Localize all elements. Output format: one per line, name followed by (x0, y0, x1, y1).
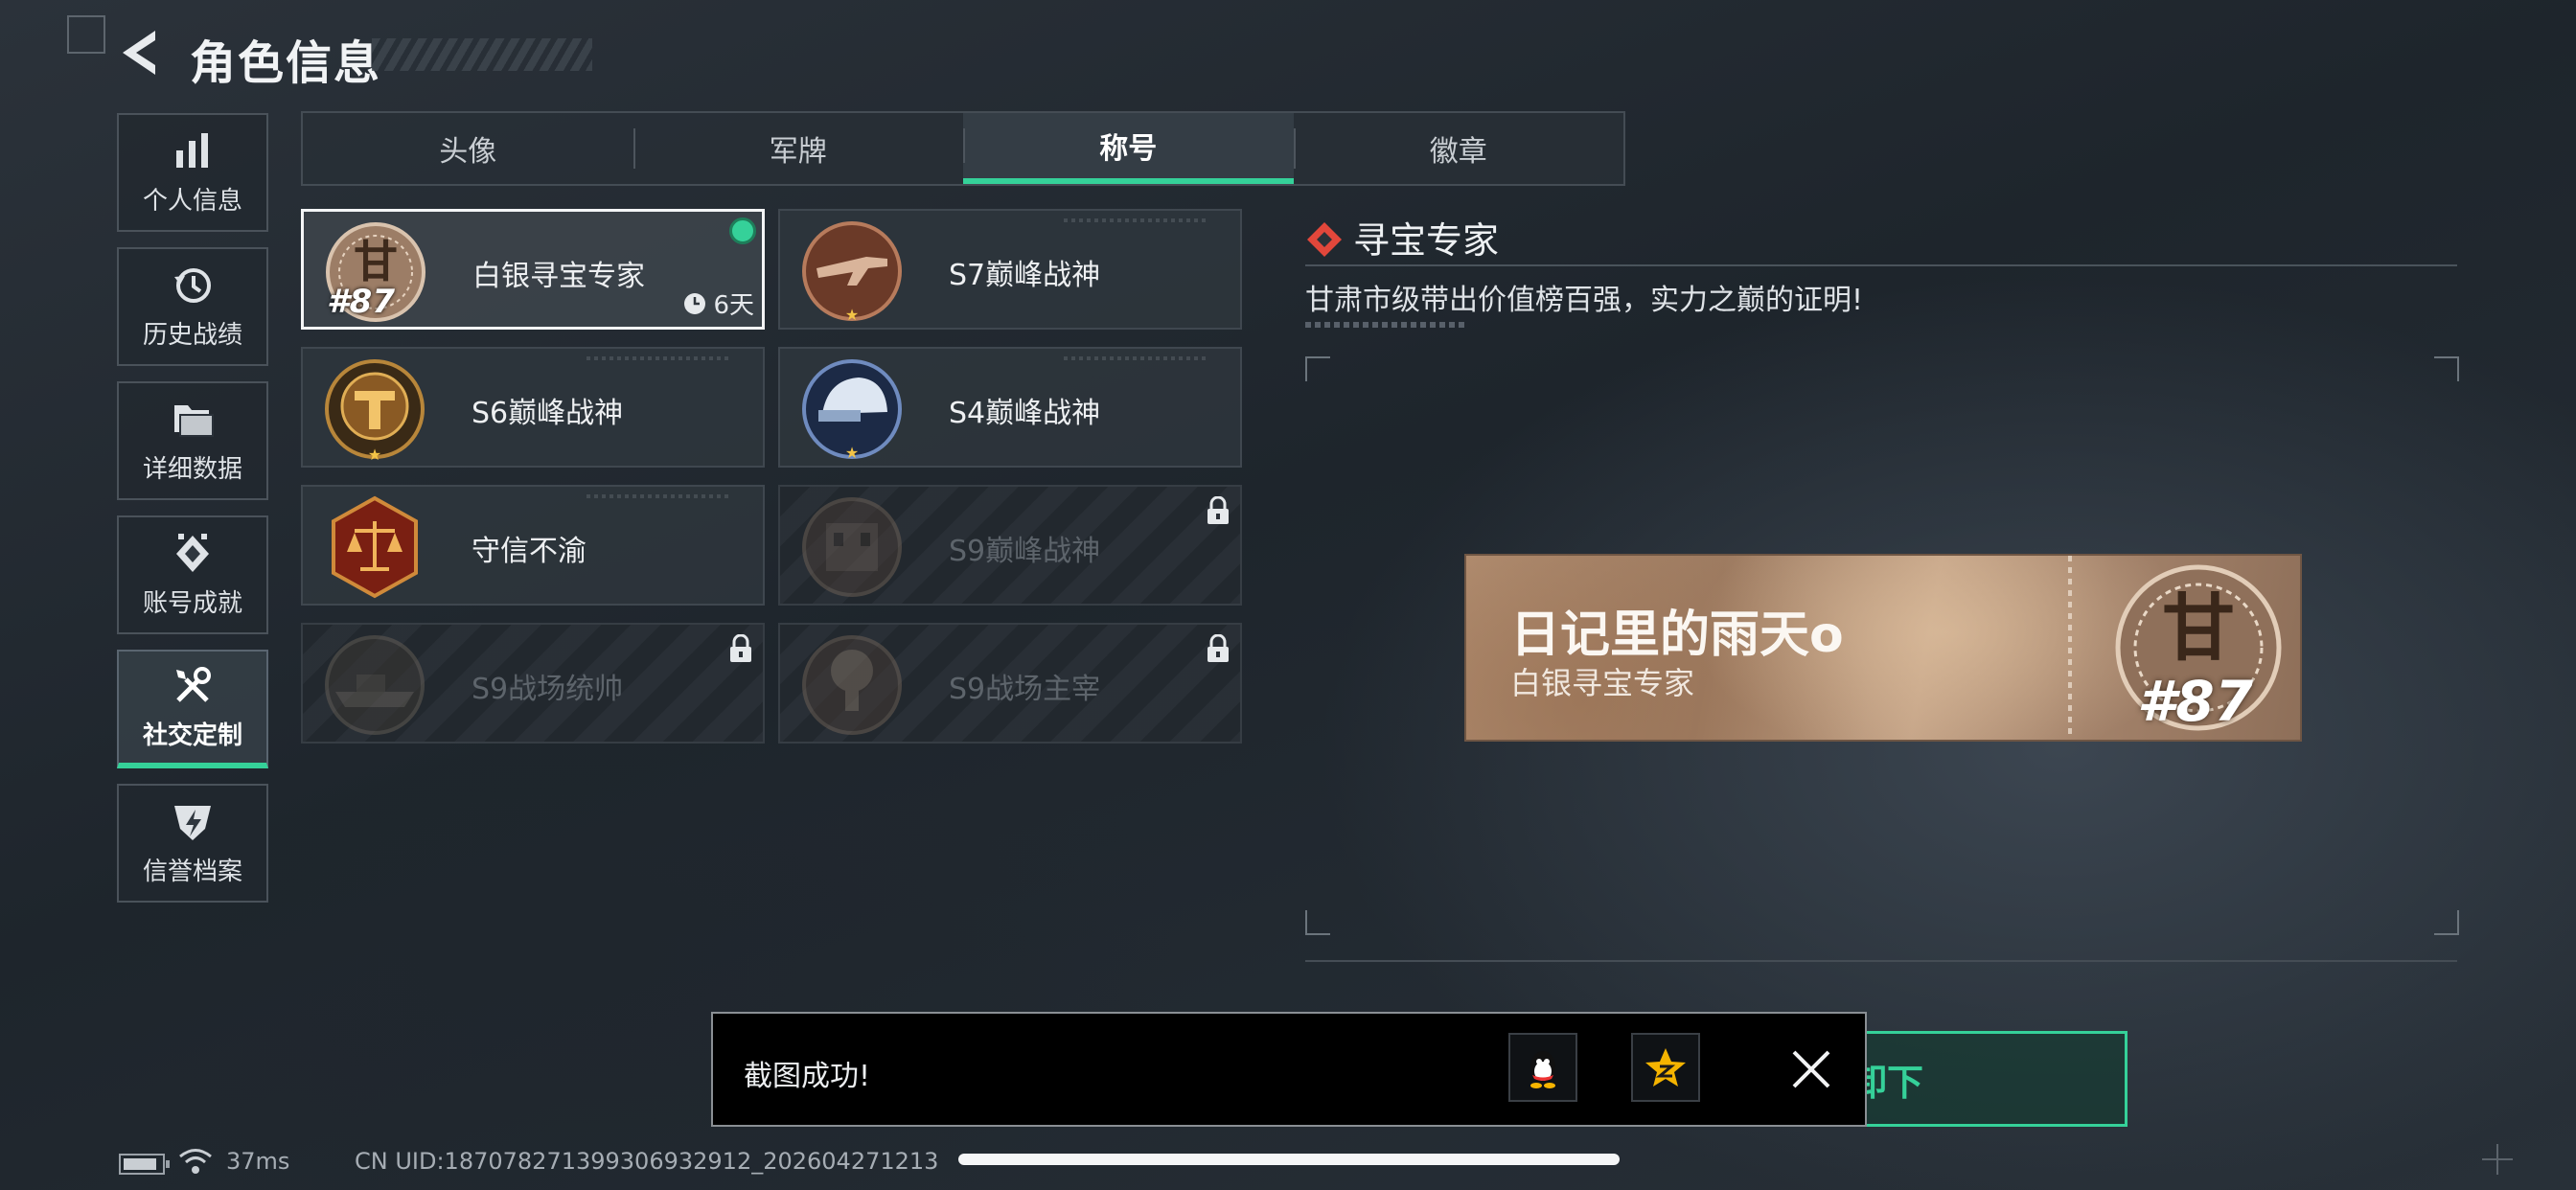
clock-icon (684, 292, 706, 314)
page-title: 角色信息 (190, 36, 382, 90)
sidebar-item-personal-info[interactable]: 个人信息 (117, 113, 268, 232)
folder-icon (174, 404, 214, 437)
equipped-indicator (729, 217, 756, 244)
home-indicator[interactable] (958, 1154, 1620, 1165)
sidebar-item-label: 社交定制 (142, 721, 242, 750)
sidebar-item-label: 详细数据 (142, 454, 242, 484)
title-card-trustworthy[interactable]: 守信不渝 (301, 485, 765, 606)
screenshot-toast: 截图成功! (711, 1012, 1867, 1127)
nameplate-title: 白银寻宝专家 (1510, 665, 1695, 701)
mushroom-cloud-badge-icon (802, 635, 902, 735)
svg-text:★: ★ (845, 306, 859, 324)
sidebar-item-label: 信誉档案 (142, 857, 242, 886)
detail-description: 甘肃市级带出价值榜百强，实力之巅的证明! (1305, 284, 1864, 317)
preview-frame-corner (2434, 356, 2459, 381)
share-qzone-button[interactable] (1631, 1033, 1700, 1102)
lock-icon (1208, 634, 1229, 662)
card-decoration (1064, 218, 1208, 222)
bar-chart-icon (176, 132, 208, 168)
diamond-marker-icon (1307, 222, 1342, 257)
title-stripes-decoration (372, 38, 592, 71)
achievement-icon (176, 533, 209, 572)
preview-frame-corner (1305, 910, 1330, 935)
svg-text:甘: 甘 (354, 236, 398, 287)
back-arrow-icon[interactable] (117, 27, 161, 79)
title-card-silver-treasure[interactable]: 甘 #87 白银寻宝专家 6天 (301, 209, 765, 330)
battery-icon (119, 1154, 170, 1175)
nameplate-preview: 日记里的雨天o 白银寻宝专家 甘 #87 (1464, 554, 2302, 742)
tab-dog-tag[interactable]: 军牌 (632, 113, 964, 184)
title-name: S9巅峰战神 (949, 535, 1101, 568)
tab-title[interactable]: 称号 (963, 113, 1294, 184)
sidebar-item-achievements[interactable]: 账号成就 (117, 515, 268, 634)
qzone-icon (1645, 1048, 1686, 1087)
lock-icon (730, 634, 751, 662)
sidebar-item-social-custom[interactable]: 社交定制 (117, 650, 268, 768)
history-icon (174, 267, 211, 303)
title-card-s7[interactable]: ★ S7巅峰战神 (778, 209, 1242, 330)
title-name: S6巅峰战神 (472, 397, 624, 430)
preview-divider (1305, 960, 2457, 962)
title-name: S9战场主宰 (949, 673, 1101, 706)
detail-divider (1305, 264, 2457, 266)
card-decoration (586, 494, 730, 498)
svg-text:甘: 甘 (2162, 585, 2235, 671)
qq-icon (1530, 1051, 1555, 1088)
svg-text:★: ★ (845, 444, 859, 462)
title-name: S4巅峰战神 (949, 397, 1101, 430)
title-name: S9战场统帅 (472, 673, 624, 706)
svg-text:★: ★ (368, 446, 381, 462)
credit-shield-icon (174, 805, 211, 840)
rank-number: #87 (327, 283, 395, 321)
crosshair-decoration (2482, 1144, 2513, 1175)
share-qq-button[interactable] (1508, 1033, 1577, 1102)
sidebar-item-label: 个人信息 (142, 186, 242, 216)
rifle-badge-icon: ★ (802, 221, 902, 324)
sidebar-item-label: 历史战绩 (142, 320, 242, 350)
close-icon[interactable] (1784, 1042, 1838, 1096)
detail-title: 寻宝专家 (1353, 219, 1500, 262)
card-decoration (586, 356, 730, 360)
unequip-button[interactable]: 卸下 (1821, 1031, 2128, 1127)
tab-avatar[interactable]: 头像 (303, 113, 633, 184)
warship-badge-icon (325, 635, 425, 735)
preview-frame-corner (1305, 356, 1330, 381)
network-latency: 37ms (226, 1148, 290, 1175)
gold-t-badge-icon: ★ (325, 359, 425, 462)
detail-decoration (1305, 322, 1468, 328)
player-name: 日记里的雨天o (1510, 606, 1844, 664)
sidebar-item-credit[interactable]: 信誉档案 (117, 784, 268, 903)
tab-badge[interactable]: 徽章 (1293, 113, 1624, 184)
tools-icon (176, 666, 211, 702)
sidebar-item-history[interactable]: 历史战绩 (117, 247, 268, 366)
remaining-time-text: 6天 (713, 291, 754, 320)
title-category-tabs: 头像 军牌 称号 徽章 (301, 111, 1625, 186)
helmet-badge-icon: ★ (802, 359, 902, 462)
lock-icon (1208, 496, 1229, 524)
rank-number: #87 (2137, 669, 2254, 734)
title-card-s9-commander[interactable]: S9战场统帅 (301, 623, 765, 744)
sidebar-item-detailed-data[interactable]: 详细数据 (117, 381, 268, 500)
sidebar-item-label: 账号成就 (142, 588, 242, 618)
corner-frame (67, 15, 105, 54)
wifi-icon (179, 1149, 212, 1174)
title-name: 守信不渝 (472, 535, 586, 568)
title-name: S7巅峰战神 (949, 259, 1101, 292)
card-decoration (1064, 356, 1208, 360)
title-card-s4[interactable]: ★ S4巅峰战神 (778, 347, 1242, 468)
title-card-s9-god[interactable]: S9巅峰战神 (778, 485, 1242, 606)
remaining-time: 6天 (682, 286, 754, 321)
player-uid: CN UID:187078271399306932912_20260427121… (355, 1148, 939, 1175)
building-badge-icon (802, 497, 902, 597)
ticket-perforation (2068, 556, 2072, 740)
title-name: 白银寻宝专家 (472, 260, 645, 293)
title-card-s6[interactable]: ★ S6巅峰战神 (301, 347, 765, 468)
preview-frame-corner (2434, 910, 2459, 935)
scales-badge-icon (332, 495, 418, 599)
toast-message: 截图成功! (744, 1060, 871, 1093)
title-card-s9-dominator[interactable]: S9战场主宰 (778, 623, 1242, 744)
